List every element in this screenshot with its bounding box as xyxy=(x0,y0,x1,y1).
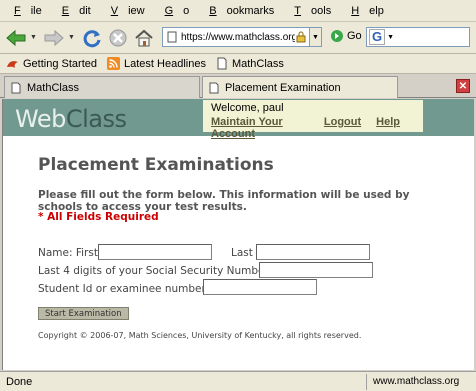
last-name-input[interactable] xyxy=(256,244,370,260)
back-arrow-icon xyxy=(6,29,26,46)
google-search-icon: G xyxy=(369,29,386,45)
back-history-dropdown[interactable]: ▼ xyxy=(30,34,38,41)
welcome-text: Welcome, xyxy=(211,102,260,114)
go-label: Go xyxy=(347,30,362,42)
webclass-logo[interactable]: WebClass xyxy=(15,105,127,133)
username: paul xyxy=(262,102,284,114)
first-name-input[interactable] xyxy=(98,244,212,260)
ssn-input[interactable] xyxy=(259,262,373,278)
logout-link[interactable]: Logout xyxy=(324,116,361,140)
menu-go[interactable]: Go xyxy=(155,5,200,17)
bookmark-getting-started[interactable]: Getting Started xyxy=(6,57,97,70)
tab-mathclass[interactable]: MathClass xyxy=(4,76,200,98)
go-arrow-icon xyxy=(331,30,343,42)
status-text: Done xyxy=(6,375,33,388)
first-name-label: Name: First xyxy=(38,247,98,259)
forward-button[interactable] xyxy=(42,26,66,50)
menu-help[interactable]: Help xyxy=(341,5,394,17)
help-link[interactable]: Help xyxy=(376,116,400,140)
menu-edit[interactable]: Edit xyxy=(52,5,101,17)
welcome-panel: Welcome, paul Maintain Your Account Logo… xyxy=(203,100,423,140)
maintain-account-link[interactable]: Maintain Your Account xyxy=(211,116,309,140)
navigation-toolbar: ▼ ▼ https://www.mathclass.org/ ▼ Go G ▼ xyxy=(0,22,476,54)
stop-icon xyxy=(109,29,127,46)
student-id-label: Student Id or examinee number: xyxy=(38,283,210,295)
bookmark-latest-headlines[interactable]: Latest Headlines xyxy=(107,57,206,70)
page-icon xyxy=(11,82,21,93)
intro-text: Please fill out the form below. This inf… xyxy=(38,189,410,213)
copyright-text: Copyright © 2006-07, Math Sciences, Univ… xyxy=(38,331,362,340)
page-content: WebClass Welcome, paul Maintain Your Acc… xyxy=(2,99,474,370)
menu-view[interactable]: View xyxy=(101,5,155,17)
url-text: https://www.mathclass.org/ xyxy=(181,31,295,43)
address-bar[interactable]: https://www.mathclass.org/ ▼ xyxy=(162,27,322,47)
go-button[interactable]: Go xyxy=(330,29,362,43)
menu-file[interactable]: File xyxy=(4,5,52,17)
tab-bar: MathClass Placement Examination ✕ xyxy=(0,74,476,98)
home-icon xyxy=(135,29,153,46)
home-button[interactable] xyxy=(132,26,156,50)
forward-history-dropdown[interactable]: ▼ xyxy=(68,34,76,41)
page-title: Placement Examinations xyxy=(38,155,274,175)
page-icon xyxy=(209,82,219,93)
last-name-label: Last xyxy=(231,247,253,259)
back-button[interactable] xyxy=(4,26,28,50)
reload-button[interactable] xyxy=(80,26,104,50)
menu-bookmarks[interactable]: Bookmarks xyxy=(199,5,284,17)
student-id-input[interactable] xyxy=(203,279,317,295)
stop-button[interactable] xyxy=(106,26,130,50)
close-icon: ✕ xyxy=(458,80,468,92)
forward-arrow-icon xyxy=(44,29,64,46)
page-icon xyxy=(217,57,227,70)
menu-tools[interactable]: Tools xyxy=(284,5,341,17)
lock-icon xyxy=(296,31,306,43)
rss-icon xyxy=(107,57,120,70)
status-bar: Done www.mathclass.org xyxy=(0,371,476,391)
menu-bar: File Edit View Go Bookmarks Tools Help xyxy=(0,0,476,22)
bookmarks-toolbar: Getting Started Latest Headlines MathCla… xyxy=(0,54,476,74)
close-tab-button[interactable]: ✕ xyxy=(456,79,470,93)
reload-icon xyxy=(83,29,101,47)
site-banner: WebClass Welcome, paul Maintain Your Acc… xyxy=(3,99,474,140)
search-engine-dropdown[interactable]: ▼ xyxy=(387,34,394,41)
search-box[interactable]: G ▼ xyxy=(366,27,470,47)
page-icon xyxy=(167,31,177,43)
tab-placement-examination[interactable]: Placement Examination xyxy=(202,76,398,98)
ssn-label: Last 4 digits of your Social Security Nu… xyxy=(38,265,273,277)
start-examination-button[interactable]: Start Examination xyxy=(38,307,129,320)
status-domain: www.mathclass.org xyxy=(366,373,476,390)
getting-started-icon xyxy=(7,61,18,68)
url-dropdown-button[interactable]: ▼ xyxy=(309,28,321,46)
required-note: * All Fields Required xyxy=(38,211,159,223)
bookmark-mathclass[interactable]: MathClass xyxy=(216,57,284,70)
